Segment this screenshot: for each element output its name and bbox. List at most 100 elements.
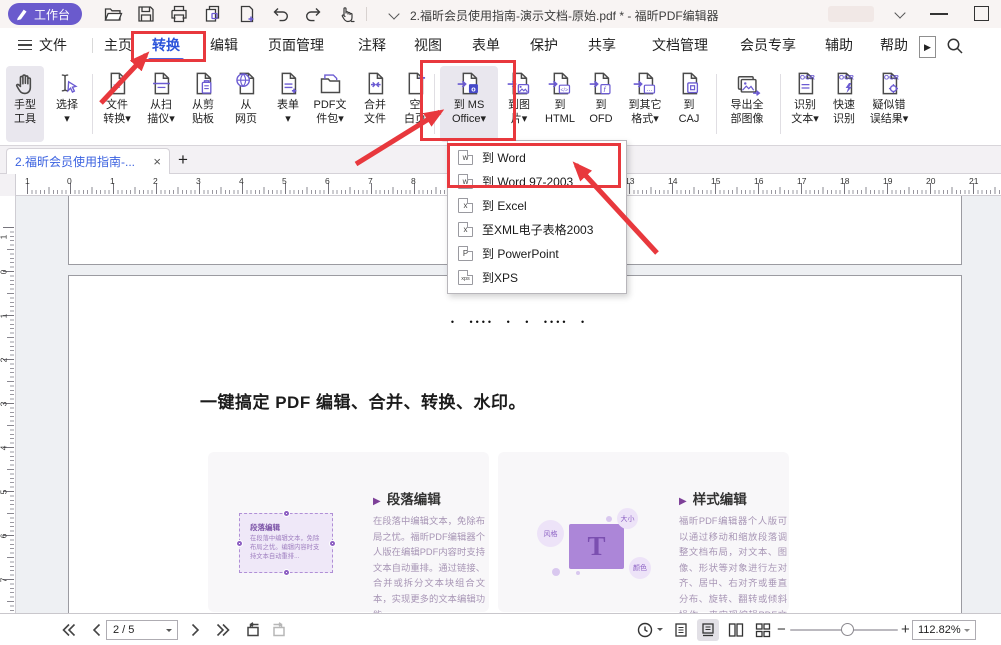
至XML电子表格2003[interactable]: x 至XML电子表格2003 bbox=[448, 217, 626, 241]
ribbon-button-hand-tool[interactable]: 手型 工具 bbox=[6, 66, 44, 142]
到 PowerPoint[interactable]: P 到 PowerPoint bbox=[448, 241, 626, 265]
ribbon-button-export-images[interactable]: 导出全 部图像 bbox=[722, 66, 772, 142]
page-number-value: 2 / 5 bbox=[107, 624, 166, 636]
ribbon-button-to-ofd[interactable]: f 到 OFD bbox=[583, 66, 619, 142]
ribbon-button-from-web[interactable]: 从 网页 bbox=[227, 66, 265, 142]
convert-to-office-dropdown: w 到 Word w 到 Word 97-2003 x 到 Excel x 至X… bbox=[447, 140, 627, 294]
page-add-icon[interactable] bbox=[237, 4, 257, 24]
next-view-icon[interactable] bbox=[270, 621, 288, 639]
页面管理[interactable]: 页面管理 bbox=[268, 35, 324, 55]
menu-divider bbox=[92, 38, 93, 53]
print-icon[interactable] bbox=[169, 4, 189, 24]
表单[interactable]: 表单 bbox=[472, 35, 500, 55]
到 Excel[interactable]: x 到 Excel bbox=[448, 193, 626, 217]
编辑[interactable]: 编辑 bbox=[210, 35, 238, 55]
style-bubble: 风格 bbox=[537, 520, 564, 547]
color-bubble: 颜色 bbox=[629, 557, 651, 579]
maximize-button[interactable] bbox=[974, 6, 989, 21]
prev-page-icon[interactable] bbox=[88, 621, 106, 639]
ribbon-button-pdf-package[interactable]: PDF文 件包▾ bbox=[308, 66, 352, 142]
file-type-icon: w bbox=[458, 174, 473, 189]
ruler-number: 7 bbox=[368, 176, 373, 186]
redo-icon[interactable] bbox=[303, 4, 323, 24]
ribbon-collapse-chevron-icon[interactable] bbox=[388, 10, 400, 18]
tab-close-icon[interactable]: × bbox=[153, 155, 161, 168]
save-icon[interactable] bbox=[136, 4, 156, 24]
card-body: 在段落中编辑文本，免除布局之忧。福昕PDF编辑器个人版在编辑PDF内容时支持文本… bbox=[373, 514, 485, 613]
size-bubble: 大小 bbox=[617, 508, 638, 529]
到XPS[interactable]: xps 到XPS bbox=[448, 265, 626, 289]
svg-text:o: o bbox=[471, 84, 476, 93]
page-number-box[interactable]: 2 / 5 bbox=[106, 620, 178, 640]
主页[interactable]: 主页 bbox=[104, 35, 132, 55]
zoom-percentage-box[interactable]: 112.82% bbox=[912, 620, 976, 640]
previous-view-icon[interactable] bbox=[244, 621, 262, 639]
window-chevron-icon[interactable] bbox=[894, 9, 906, 17]
more-tools-button[interactable]: ▶ bbox=[919, 36, 936, 58]
next-page-icon[interactable] bbox=[186, 621, 204, 639]
辅助[interactable]: 辅助 bbox=[825, 35, 853, 55]
new-tab-button[interactable]: + bbox=[178, 150, 188, 170]
到 Word 97-2003[interactable]: w 到 Word 97-2003 bbox=[448, 169, 626, 193]
layout-facing-continuous-icon[interactable] bbox=[752, 619, 774, 641]
resize-handle bbox=[283, 569, 290, 576]
ribbon-button-ocr-text[interactable]: OCR 识别 文本▾ bbox=[785, 66, 825, 142]
ribbon-button-from-clipboard[interactable]: 从剪 贴板 bbox=[184, 66, 222, 142]
ribbon-button-file-convert[interactable]: ⇄ 文件 转换▾ bbox=[96, 66, 138, 142]
page-copy-icon[interactable] bbox=[203, 4, 223, 24]
zoom-out-button[interactable]: − bbox=[777, 623, 786, 637]
workspace-button[interactable]: 工作台 bbox=[8, 3, 82, 25]
ribbon-button-to-ms-office[interactable]: o 到 MS Office▾ bbox=[440, 66, 498, 142]
search-icon[interactable] bbox=[946, 37, 964, 55]
feature-card-style-edit: T 风格 大小 颜色 ▶样式编辑 福昕PDF编辑器个人版可以通过移动和缩放段落调… bbox=[498, 452, 789, 612]
view-mode-icon[interactable] bbox=[636, 621, 654, 639]
ruler-number: 1 bbox=[0, 235, 8, 240]
ribbon-button-to-html[interactable]: </> 到 HTML bbox=[539, 66, 581, 142]
ms-office-icon: o bbox=[456, 70, 483, 97]
zoom-in-button[interactable]: + bbox=[901, 623, 910, 637]
minimize-button[interactable] bbox=[930, 13, 948, 15]
open-folder-icon[interactable] bbox=[103, 4, 123, 24]
hamburger-icon bbox=[18, 40, 32, 50]
ruler-number: 6 bbox=[0, 534, 8, 539]
ribbon-button-ocr-quick[interactable]: OCR 快速 识别 bbox=[825, 66, 863, 142]
last-page-icon[interactable] bbox=[214, 621, 232, 639]
ribbon-button-to-image[interactable]: 到图 片▾ bbox=[501, 66, 537, 142]
layout-single-icon[interactable] bbox=[670, 619, 692, 641]
ribbon-button-merge-files[interactable]: 合并 文件 bbox=[356, 66, 394, 142]
ribbon-divider bbox=[92, 74, 93, 134]
ribbon-button-blank-page[interactable]: 空 白页 bbox=[397, 66, 433, 142]
ribbon-button-from-scanner[interactable]: 从扫 描仪▾ bbox=[140, 66, 182, 142]
zoom-slider-thumb[interactable] bbox=[841, 623, 854, 636]
ribbon-button-ocr-suspect[interactable]: OCR 疑似错 误结果▾ bbox=[862, 66, 916, 142]
layout-facing-icon[interactable] bbox=[725, 619, 747, 641]
hand-pointer-icon[interactable] bbox=[337, 4, 357, 24]
ribbon-button-to-other[interactable]: … 到其它 格式▾ bbox=[621, 66, 669, 142]
first-page-icon[interactable] bbox=[60, 621, 78, 639]
ribbon-button-form[interactable]: 表单 ▾ bbox=[269, 66, 307, 142]
file-type-icon: w bbox=[458, 150, 473, 165]
undo-icon[interactable] bbox=[271, 4, 291, 24]
select-icon bbox=[54, 70, 81, 97]
ruler-number: 17 bbox=[797, 176, 806, 186]
layout-continuous-icon[interactable] bbox=[697, 619, 719, 641]
ribbon-button-to-caj[interactable]: 到 CAJ bbox=[671, 66, 707, 142]
视图[interactable]: 视图 bbox=[414, 35, 442, 55]
共享[interactable]: 共享 bbox=[588, 35, 616, 55]
到 Word[interactable]: w 到 Word bbox=[448, 145, 626, 169]
保护[interactable]: 保护 bbox=[530, 35, 558, 55]
ribbon-divider bbox=[434, 74, 435, 134]
document-tab[interactable]: 2.福昕会员使用指南-... × bbox=[6, 148, 170, 174]
ruler-number: 6 bbox=[325, 176, 330, 186]
file-type-icon: P bbox=[458, 246, 473, 261]
ribbon-button-select[interactable]: 选择 ▾ bbox=[48, 66, 86, 142]
file-menu[interactable]: 文件 bbox=[18, 35, 67, 55]
会员专享[interactable]: 会员专享 bbox=[740, 35, 796, 55]
注释[interactable]: 注释 bbox=[358, 35, 386, 55]
decorative-dot bbox=[606, 516, 612, 522]
文档管理[interactable]: 文档管理 bbox=[652, 35, 708, 55]
dots-line: • •••• • • •••• • bbox=[399, 317, 639, 327]
帮助[interactable]: 帮助 bbox=[880, 35, 908, 55]
转换[interactable]: 转换 bbox=[152, 35, 180, 55]
view-mode-caret-icon[interactable] bbox=[657, 628, 663, 634]
